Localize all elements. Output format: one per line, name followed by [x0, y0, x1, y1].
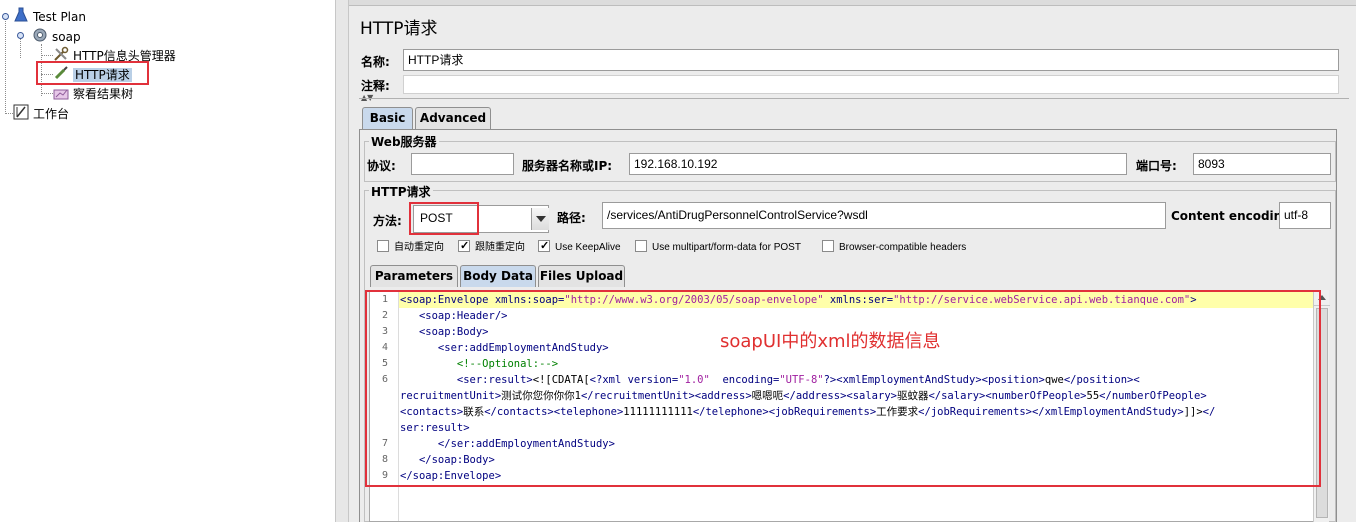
tree-connector: [5, 18, 6, 114]
tab-advanced[interactable]: Advanced: [415, 107, 491, 129]
comment-field[interactable]: [403, 75, 1339, 94]
gear-icon: [32, 27, 48, 48]
chart-icon: [53, 84, 69, 105]
name-label: 名称:: [361, 55, 390, 69]
tab-parameters[interactable]: Parameters: [370, 265, 458, 287]
web-server-group-title: Web服务器: [369, 133, 439, 150]
tree-connector: [20, 38, 21, 58]
server-field[interactable]: 192.168.10.192: [629, 153, 1127, 175]
tab-body-data[interactable]: Body Data: [460, 265, 536, 287]
tree-node-test-plan[interactable]: Test Plan: [13, 7, 86, 25]
browser-headers-checkbox[interactable]: Browser-compatible headers: [822, 240, 966, 256]
method-label: 方法:: [373, 214, 402, 228]
tree-node-label: 工作台: [33, 107, 70, 121]
path-label: 路径:: [557, 211, 586, 225]
comment-label: 注释:: [361, 79, 390, 93]
tree-node-soap[interactable]: soap: [32, 27, 81, 45]
checkbox-label: 跟随重定向: [475, 242, 525, 253]
name-field[interactable]: HTTP请求: [403, 49, 1339, 71]
checkbox-box: [458, 238, 470, 254]
tree-node-result-tree[interactable]: 察看结果树: [53, 84, 133, 102]
checkbox-label: 自动重定向: [394, 242, 444, 253]
tree-node-label: soap: [52, 30, 81, 44]
checkbox-label: Use multipart/form-data for POST: [652, 242, 801, 253]
checkbox-box: [538, 238, 550, 254]
highlight-box-method: [409, 202, 479, 235]
protocol-field[interactable]: [411, 153, 514, 175]
port-field[interactable]: 8093: [1193, 153, 1331, 175]
server-label: 服务器名称或IP:: [522, 159, 613, 173]
tab-files-upload[interactable]: Files Upload: [538, 265, 625, 287]
chevron-down-icon[interactable]: [531, 208, 549, 230]
auto-redirect-checkbox[interactable]: 自动重定向: [377, 240, 444, 256]
checkbox-box: [377, 240, 389, 253]
path-field[interactable]: /services/AntiDrugPersonnelControlServic…: [602, 202, 1166, 229]
content-encoding-label: Content encoding:: [1171, 209, 1296, 223]
tree-node-workbench[interactable]: 工作台: [13, 104, 69, 122]
content-encoding-field[interactable]: utf-8: [1279, 202, 1331, 229]
workbench-icon: [13, 104, 29, 125]
port-label: 端口号:: [1136, 159, 1177, 173]
tree-node-label: Test Plan: [33, 10, 86, 24]
multipart-checkbox[interactable]: Use multipart/form-data for POST: [635, 240, 801, 256]
flask-icon: [13, 7, 29, 28]
tree-connector: [41, 55, 53, 56]
expand-toggle-test-plan[interactable]: [2, 13, 9, 20]
test-plan-tree[interactable]: Test Plan soap HTTP信息头管理器 HTTP请求 察看结果树 工…: [0, 0, 335, 522]
checkbox-label: Use KeepAlive: [555, 242, 621, 253]
highlight-box-tree: [36, 61, 149, 85]
http-request-group-title: HTTP请求: [369, 183, 433, 200]
follow-redirect-checkbox[interactable]: 跟随重定向: [458, 238, 525, 256]
expand-toggle-soap[interactable]: [17, 32, 24, 39]
checkbox-label: Browser-compatible headers: [839, 242, 967, 253]
split-pane-divider[interactable]: [335, 0, 349, 522]
tree-node-label: 察看结果树: [73, 87, 134, 101]
divider: [359, 98, 1349, 99]
tab-basic[interactable]: Basic: [362, 107, 413, 129]
checkbox-box: [635, 240, 647, 253]
protocol-label: 协议:: [367, 159, 396, 173]
annotation-text: soapUI中的xml的数据信息: [720, 331, 941, 352]
panel-title: HTTP请求: [360, 19, 438, 39]
highlight-box-editor: [365, 290, 1321, 487]
tree-connector: [41, 93, 53, 94]
keepalive-checkbox[interactable]: Use KeepAlive: [538, 238, 621, 256]
checkbox-box: [822, 240, 834, 253]
